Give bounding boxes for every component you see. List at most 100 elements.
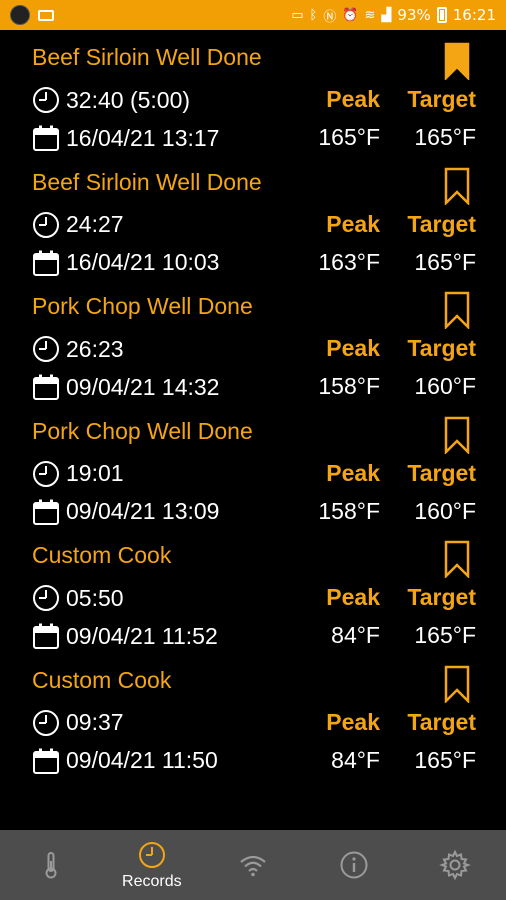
clock-icon: [33, 460, 59, 487]
clock-icon: [138, 842, 165, 868]
bookmark-icon[interactable]: [444, 291, 470, 329]
calendar-icon: [33, 125, 59, 151]
record-duration-row: 19:01: [32, 460, 124, 488]
record-item[interactable]: Beef Sirloin Well Done 24:27 16/04/21 10:0…: [0, 155, 506, 279]
record-date-row: 16/04/21 10:03: [32, 249, 219, 277]
battery-percent: 93%: [397, 6, 431, 24]
bookmark-filled-icon[interactable]: [444, 42, 470, 80]
clock-icon: [33, 709, 59, 736]
record-title: Custom Cook: [32, 666, 172, 693]
record-duration: 26:23: [66, 335, 124, 362]
target-label: Target: [407, 459, 476, 486]
calendar-icon: [33, 250, 59, 276]
peak-value: 84°F: [331, 746, 380, 773]
target-label: Target: [407, 86, 476, 112]
gear-icon: [439, 849, 472, 881]
record-date-row: 16/04/21 13:17: [32, 124, 219, 152]
peak-label: Peak: [326, 584, 380, 610]
record-title: Pork Chop Well Done: [32, 293, 253, 319]
record-datetime: 09/04/21 11:52: [66, 622, 218, 649]
record-date-row: 09/04/21 14:32: [32, 373, 219, 401]
peak-value: 158°F: [318, 373, 380, 399]
bottom-nav: Records: [0, 830, 506, 900]
target-label: Target: [407, 210, 476, 237]
records-list: Beef Sirloin Well Done 32:40 (5:00) 16/04/…: [0, 30, 506, 830]
peak-label: Peak: [326, 459, 380, 486]
record-date-row: 09/04/21 13:09: [32, 498, 219, 526]
target-value: 160°F: [414, 497, 476, 524]
wifi-status-icon: ≋: [364, 7, 376, 23]
clock-icon: [33, 211, 59, 238]
record-duration-row: 09:37: [32, 709, 124, 737]
clock-icon: [33, 87, 59, 113]
target-label: Target: [407, 708, 476, 735]
clock-icon: [33, 336, 59, 362]
record-title: Beef Sirloin Well Done: [32, 44, 262, 70]
calendar-icon: [33, 374, 59, 400]
nav-info[interactable]: [304, 830, 405, 900]
peak-value: 84°F: [331, 622, 380, 648]
record-item[interactable]: Pork Chop Well Done 26:23 09/04/21 14:32 Pe…: [0, 279, 506, 403]
bookmark-icon[interactable]: [444, 167, 470, 205]
bookmark-icon[interactable]: [444, 665, 470, 703]
record-duration-row: 24:27: [32, 211, 124, 239]
record-datetime: 09/04/21 11:50: [66, 747, 218, 773]
nfc-icon: Ⓝ: [323, 9, 337, 25]
clock-time: 16:21: [452, 6, 496, 24]
info-icon: [340, 851, 368, 879]
peak-label: Peak: [326, 86, 380, 112]
record-datetime: 09/04/21 13:09: [66, 498, 220, 524]
status-bar: ▭ ᛒ Ⓝ ⏰ ≋ ▟ 93% 16:21: [0, 0, 506, 30]
record-duration: 24:27: [66, 211, 124, 237]
cast-icon: ▭: [291, 7, 304, 23]
record-item[interactable]: Pork Chop Well Done 19:01 09/04/21 13:09 Pe…: [0, 404, 506, 528]
peak-value: 158°F: [318, 497, 380, 524]
target-label: Target: [407, 335, 476, 361]
record-item[interactable]: Beef Sirloin Well Done 32:40 (5:00) 16/04/…: [0, 30, 506, 154]
signal-icon: ▟: [381, 7, 392, 23]
alarm-icon: ⏰: [342, 7, 359, 23]
peak-label: Peak: [326, 708, 380, 735]
record-title: Pork Chop Well Done: [32, 417, 253, 444]
calendar-icon: [33, 748, 59, 774]
record-duration: 19:01: [66, 460, 124, 486]
target-value: 165°F: [414, 124, 476, 150]
record-title: Custom Cook: [32, 542, 172, 568]
peak-value: 165°F: [318, 124, 380, 150]
record-duration: 05:50: [66, 584, 124, 611]
nav-records-label: Records: [122, 873, 182, 890]
battery-icon: [436, 7, 447, 23]
record-duration-row: 32:40 (5:00): [32, 86, 190, 114]
nav-wifi[interactable]: [202, 830, 303, 900]
nav-records[interactable]: Records: [101, 830, 202, 900]
record-duration: 09:37: [66, 709, 124, 735]
bookmark-icon[interactable]: [444, 540, 470, 578]
target-value: 165°F: [414, 248, 476, 275]
bluetooth-icon: ᛒ: [309, 7, 318, 23]
calendar-icon: [33, 623, 59, 649]
nav-settings[interactable]: [405, 830, 506, 900]
record-datetime: 09/04/21 14:32: [66, 373, 220, 400]
target-label: Target: [407, 584, 476, 610]
peak-label: Peak: [326, 210, 380, 237]
target-value: 160°F: [414, 373, 476, 399]
thermometer-icon: [45, 852, 57, 879]
clock-icon: [33, 585, 59, 611]
record-date-row: 09/04/21 11:50: [32, 747, 218, 775]
wifi-icon: [240, 855, 266, 877]
target-value: 165°F: [414, 622, 476, 648]
calendar-icon: [33, 499, 59, 525]
record-duration-row: 05:50: [32, 584, 124, 612]
nav-temperature[interactable]: [0, 830, 101, 900]
app-notification-icon: [10, 5, 30, 25]
record-item[interactable]: Custom Cook 05:50 09/04/21 11:52 Peak Target…: [0, 528, 506, 652]
target-value: 165°F: [414, 746, 476, 773]
peak-value: 163°F: [318, 248, 380, 275]
peak-label: Peak: [326, 335, 380, 361]
record-item[interactable]: Custom Cook 09:37 09/04/21 11:50 Peak Target…: [0, 653, 506, 777]
record-duration: 32:40 (5:00): [66, 86, 191, 113]
record-title: Beef Sirloin Well Done: [32, 168, 262, 195]
bookmark-icon[interactable]: [444, 416, 470, 454]
record-datetime: 16/04/21 10:03: [66, 249, 220, 275]
record-date-row: 09/04/21 11:52: [32, 622, 218, 650]
